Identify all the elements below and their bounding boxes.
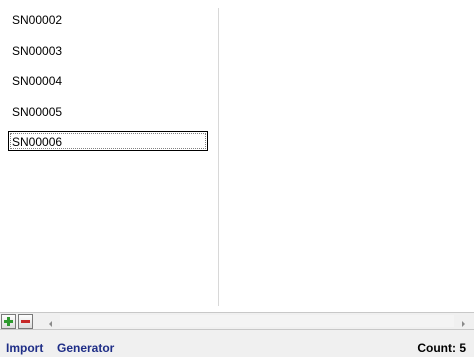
scroll-left-arrow-icon[interactable]: [46, 316, 56, 327]
remove-button[interactable]: [18, 314, 33, 329]
item-count: Count: 5: [417, 341, 466, 355]
scroll-right-arrow-icon[interactable]: [458, 316, 468, 327]
status-bar: Import Generator Count: 5: [0, 330, 474, 357]
serial-number-window: SN00002 SN00003 SN00004 SN00005 SN00006: [0, 0, 474, 357]
add-button[interactable]: [1, 314, 16, 329]
pane-splitter[interactable]: [218, 8, 219, 306]
horizontal-scrollbar[interactable]: [60, 315, 454, 327]
minus-icon: [21, 320, 30, 323]
list-item-selected[interactable]: SN00006: [8, 131, 208, 151]
plus-icon: [4, 317, 13, 326]
list-item[interactable]: SN00004: [12, 74, 62, 88]
list-item[interactable]: SN00005: [12, 105, 62, 119]
detail-pane: [220, 0, 474, 308]
generator-link[interactable]: Generator: [57, 341, 114, 355]
import-link[interactable]: Import: [6, 341, 43, 355]
list-item[interactable]: SN00003: [12, 44, 62, 58]
serial-number-list[interactable]: SN00002 SN00003 SN00004 SN00005 SN00006: [0, 0, 218, 308]
bottom-toolbar: [0, 312, 474, 330]
list-item[interactable]: SN00002: [12, 13, 62, 27]
